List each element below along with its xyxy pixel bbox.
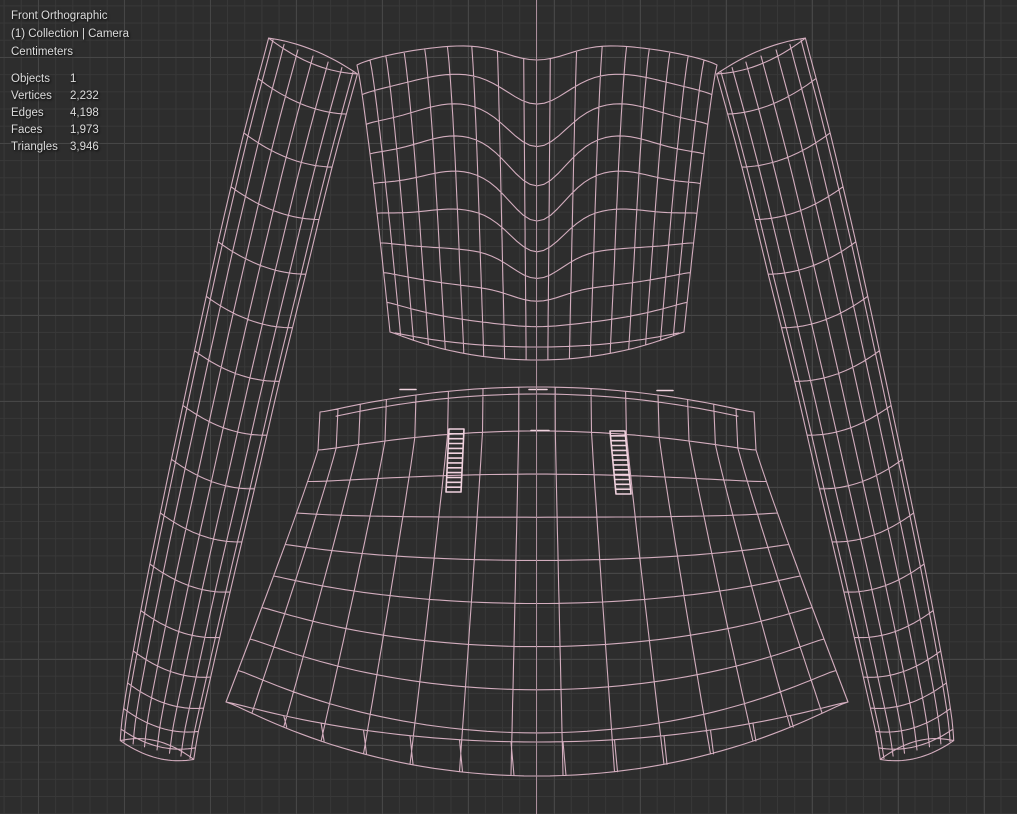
stat-row-triangles: Triangles 3,946 [11, 141, 99, 153]
3d-viewport[interactable]: Front Orthographic (1) Collection | Came… [0, 0, 1017, 814]
stat-row-vertices: Vertices 2,232 [11, 90, 99, 102]
statistics-overlay: Objects 1 Vertices 2,232 Edges 4,198 Faces 1… [11, 71, 99, 156]
right-sleeve-wireframe[interactable] [716, 37, 955, 762]
stat-row-edges: Edges 4,198 [11, 107, 99, 119]
stat-row-objects: Objects 1 [11, 73, 77, 85]
units-label: Centimeters [11, 46, 73, 58]
left-sleeve-wireframe[interactable] [119, 37, 358, 762]
viewport-header-overlay: Front Orthographic (1) Collection | Came… [11, 7, 129, 61]
top-wireframe[interactable] [356, 45, 718, 361]
belt-loops-and-tabs[interactable] [399, 388, 674, 495]
collection-camera-label: (1) Collection | Camera [11, 28, 130, 40]
stat-row-faces: Faces 1,973 [11, 124, 99, 136]
skirt-wireframe[interactable] [225, 386, 849, 777]
view-name-label: Front Orthographic [11, 10, 108, 22]
garment-wireframe-mesh[interactable] [0, 0, 1017, 814]
